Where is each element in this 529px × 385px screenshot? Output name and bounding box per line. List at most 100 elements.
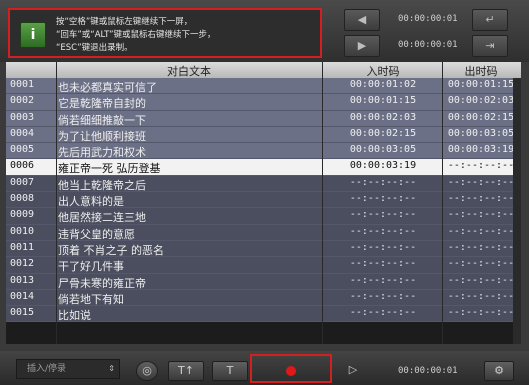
row-out-time: 00:00:03:19 xyxy=(447,144,515,156)
step-back-icon: ◀ xyxy=(357,13,367,26)
hint-text: 按“空格”键或鼠标左键继续下一屏， “回车”或“ALT”键或鼠标右键继续下一步，… xyxy=(56,16,216,55)
table-row[interactable]: 0011 顶着 不肖之子 的恶名 --:--:--:-- --:--:--:-- xyxy=(6,240,521,258)
play-icon: ▷ xyxy=(348,363,358,376)
row-index: 0012 xyxy=(10,258,35,270)
globe-button[interactable]: ◎ xyxy=(136,361,158,381)
row-index: 0013 xyxy=(10,274,35,286)
row-index: 0003 xyxy=(10,111,35,123)
row-in-time: --:--:--:-- xyxy=(349,258,417,270)
column-divider xyxy=(322,62,323,344)
row-index: 0001 xyxy=(10,79,35,90)
timecode-bottom: 00:00:00:01 xyxy=(398,366,458,376)
hint-panel: i 按“空格”键或鼠标左键继续下一屏， “回车”或“ALT”键或鼠标右键继续下一… xyxy=(8,8,322,58)
chevron-updown-icon: ⇕ xyxy=(108,364,115,373)
step-forward-icon: ▶ xyxy=(357,39,367,52)
table-row[interactable]: 0014 倘若地下有知 --:--:--:-- --:--:--:-- xyxy=(6,289,521,307)
row-out-time: --:--:--:-- xyxy=(447,176,515,188)
row-in-time: --:--:--:-- xyxy=(349,193,417,205)
row-dialogue: 他居然接二连三地 xyxy=(58,211,146,225)
timecode-upper: 00:00:00:01 xyxy=(398,14,458,24)
row-in-time: 00:00:02:15 xyxy=(349,127,417,139)
table-row[interactable]: 0001 也未必都真实可信了 00:00:01:02 00:00:01:15 xyxy=(6,78,521,95)
mode-dropdown[interactable]: 插入/停录 ⇕ xyxy=(16,359,120,379)
row-out-time: --:--:--:-- xyxy=(447,274,515,286)
row-dialogue: 倘若地下有知 xyxy=(58,292,124,306)
settings-button[interactable]: ⚙ xyxy=(484,361,514,381)
row-index: 0002 xyxy=(10,95,35,107)
row-dialogue: 顶着 不肖之子 的恶名 xyxy=(58,243,164,257)
table-row[interactable]: 0015 比如说 --:--:--:-- --:--:--:-- xyxy=(6,306,521,323)
table-row[interactable]: 0006 雍正帝一死 弘历登基 00:00:03:19 --:--:--:-- xyxy=(6,159,521,176)
table-row[interactable]: 0009 他居然接二连三地 --:--:--:-- --:--:--:-- xyxy=(6,208,521,225)
text-icon: T xyxy=(226,364,234,377)
subtitle-table: 对白文本 入时码 出时码 0001 也未必都真实可信了 00:00:01:02 00:… xyxy=(6,62,521,344)
table-row[interactable]: 0005 先后用武力和权术 00:00:03:05 00:00:03:19 xyxy=(6,143,521,160)
row-index: 0007 xyxy=(10,176,35,188)
step-forward-button[interactable]: ▶ xyxy=(344,35,380,57)
row-dialogue: 他当上乾隆帝之后 xyxy=(58,178,146,192)
table-row[interactable]: 0003 倘若细细推敲一下 00:00:02:03 00:00:02:15 xyxy=(6,110,521,127)
row-out-time: 00:00:03:05 xyxy=(447,127,515,139)
row-index: 0005 xyxy=(10,144,35,156)
table-scrollbar[interactable] xyxy=(513,78,521,344)
row-in-time: --:--:--:-- xyxy=(349,176,417,188)
row-dialogue: 比如说 xyxy=(58,309,91,323)
row-dialogue: 也未必都真实可信了 xyxy=(58,81,157,94)
row-dialogue: 尸骨未寒的雍正帝 xyxy=(58,276,146,290)
row-out-time: --:--:--:-- xyxy=(447,225,515,237)
row-in-time: --:--:--:-- xyxy=(349,225,417,237)
row-in-time: --:--:--:-- xyxy=(349,307,417,319)
row-in-time: 00:00:01:02 xyxy=(349,79,417,90)
text-button[interactable]: T xyxy=(212,361,248,381)
row-out-time: --:--:--:-- xyxy=(447,307,515,319)
table-row[interactable]: 0004 为了让他顺利接班 00:00:02:15 00:00:03:05 xyxy=(6,126,521,144)
header-in: 入时码 xyxy=(366,65,400,78)
text-up-icon: T↑ xyxy=(178,364,194,377)
row-index: 0014 xyxy=(10,290,35,302)
table-row[interactable]: 0013 尸骨未寒的雍正帝 --:--:--:-- --:--:--:-- xyxy=(6,273,521,290)
exit-button[interactable]: ⇥ xyxy=(472,35,508,57)
globe-icon: ◎ xyxy=(142,364,152,377)
row-in-time: 00:00:02:03 xyxy=(349,111,417,123)
row-index: 0008 xyxy=(10,193,35,205)
row-out-time: --:--:--:-- xyxy=(447,241,515,253)
table-row[interactable]: 0010 违背父皇的意愿 --:--:--:-- --:--:--:-- xyxy=(6,224,521,241)
table-header: 对白文本 入时码 出时码 xyxy=(6,62,521,78)
row-index: 0009 xyxy=(10,209,35,221)
timecode-lower: 00:00:00:01 xyxy=(398,40,458,50)
info-icon: i xyxy=(20,22,46,48)
row-index: 0010 xyxy=(10,225,35,237)
header-text: 对白文本 xyxy=(167,65,211,78)
row-in-time: 00:00:03:19 xyxy=(349,160,417,172)
hint-line-1: 按“空格”键或鼠标左键继续下一屏， xyxy=(56,17,193,27)
row-out-time: --:--:--:-- xyxy=(447,258,515,270)
row-dialogue: 出人意料的是 xyxy=(58,195,124,209)
row-dialogue: 先后用武力和权术 xyxy=(58,146,146,160)
row-out-time: --:--:--:-- xyxy=(447,160,515,172)
row-in-time: --:--:--:-- xyxy=(349,209,417,221)
settings-icon: ⚙ xyxy=(494,364,504,377)
row-out-time: 00:00:01:15 xyxy=(447,79,515,90)
enter-button[interactable]: ↵ xyxy=(472,9,508,31)
hint-line-2: “回车”或“ALT”键或鼠标右键继续下一步， xyxy=(56,30,216,40)
text-up-button[interactable]: T↑ xyxy=(168,361,204,381)
row-in-time: --:--:--:-- xyxy=(349,274,417,286)
step-back-button[interactable]: ◀ xyxy=(344,9,380,31)
record-icon xyxy=(286,366,296,376)
table-row[interactable]: 0008 出人意料的是 --:--:--:-- --:--:--:-- xyxy=(6,192,521,209)
table-row[interactable]: 0012 干了好几件事 --:--:--:-- --:--:--:-- xyxy=(6,257,521,274)
exit-icon: ⇥ xyxy=(485,39,495,52)
row-out-time: 00:00:02:15 xyxy=(447,111,515,123)
table-row[interactable]: 0002 它是乾隆帝自封的 00:00:01:15 00:00:02:03 xyxy=(6,94,521,111)
row-in-time: 00:00:01:15 xyxy=(349,95,417,107)
row-index: 0015 xyxy=(10,307,35,319)
row-dialogue: 它是乾隆帝自封的 xyxy=(58,97,146,111)
row-index: 0006 xyxy=(10,160,35,172)
column-divider xyxy=(56,62,57,344)
play-button[interactable]: ▷ xyxy=(342,361,364,381)
row-dialogue: 为了让他顺利接班 xyxy=(58,129,146,143)
table-row[interactable]: 0007 他当上乾隆帝之后 --:--:--:-- --:--:--:-- xyxy=(6,175,521,193)
row-out-time: --:--:--:-- xyxy=(447,193,515,205)
row-in-time: --:--:--:-- xyxy=(349,290,417,302)
hint-line-3: “ESC”键退出录制。 xyxy=(56,43,133,53)
